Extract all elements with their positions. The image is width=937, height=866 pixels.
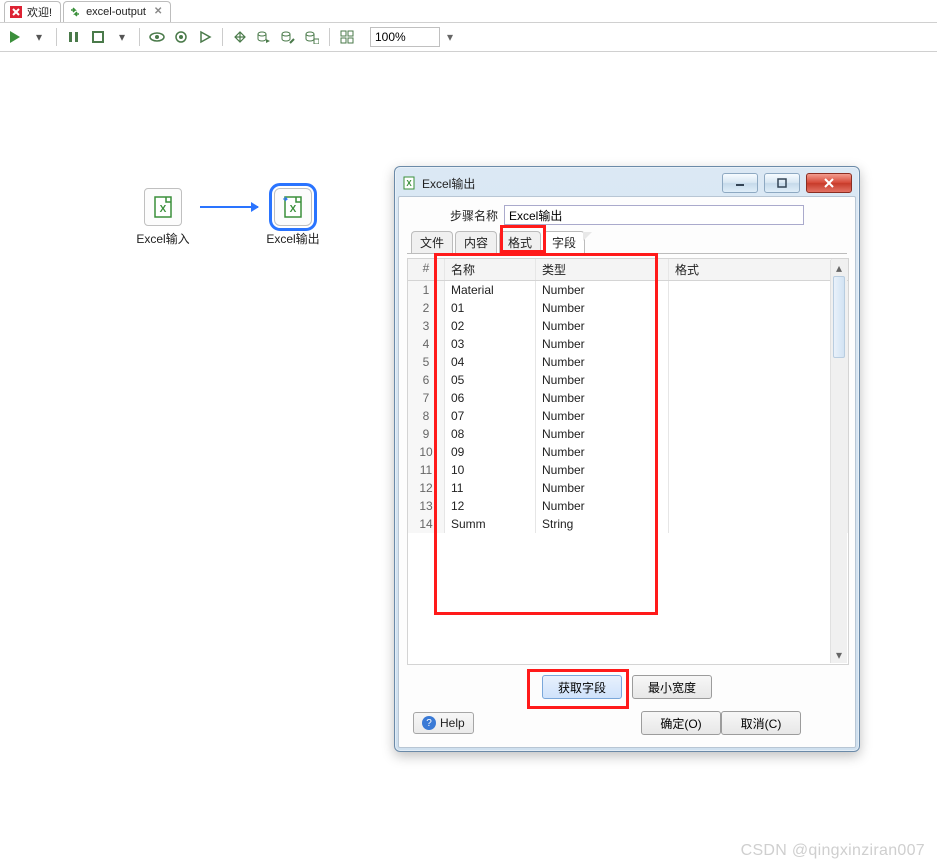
tab-fold-icon [583, 232, 592, 241]
dialog-body: 步骤名称 文件内容格式字段 # 名称 类型 格式 1MaterialNumber… [398, 196, 856, 748]
scroll-track[interactable] [831, 276, 847, 647]
cell-format[interactable] [669, 407, 832, 425]
dialog-tab-文件[interactable]: 文件 [411, 231, 453, 253]
node-label: Excel输入 [128, 230, 198, 247]
tab-icon [68, 5, 82, 19]
svg-text:X: X [290, 204, 297, 215]
play-icon[interactable] [6, 28, 24, 46]
cell-format[interactable] [669, 443, 832, 461]
tab-icon [9, 5, 23, 19]
main-tab-bar: 欢迎! excel-output ✕ [0, 0, 937, 23]
cell-format[interactable] [669, 389, 832, 407]
scroll-thumb[interactable] [833, 276, 845, 358]
hop-arrow[interactable] [200, 206, 258, 208]
help-button[interactable]: ? Help [413, 712, 474, 734]
cell-format[interactable] [669, 317, 832, 335]
cell-format[interactable] [669, 515, 832, 533]
cell-format[interactable] [669, 281, 832, 299]
zoom-input[interactable] [370, 27, 440, 47]
maximize-button[interactable] [764, 173, 800, 193]
dialog-title-icon: X [402, 176, 416, 190]
node-excel-output[interactable]: X Excel输出 [258, 188, 328, 247]
step-name-row: 步骤名称 [407, 205, 847, 231]
main-tab[interactable]: 欢迎! [4, 1, 61, 22]
tab-label: 欢迎! [27, 4, 52, 20]
gear-icon[interactable] [172, 28, 190, 46]
dialog-titlebar[interactable]: X Excel输出 [398, 170, 856, 196]
close-button[interactable] [806, 173, 852, 193]
db-play-icon[interactable] [255, 28, 273, 46]
node-excel-input[interactable]: X Excel输入 [128, 188, 198, 247]
cell-format[interactable] [669, 335, 832, 353]
stop-icon[interactable] [89, 28, 107, 46]
dialog-title: Excel输出 [422, 175, 716, 192]
annotation-highlight [527, 669, 629, 709]
dialog-tab-内容[interactable]: 内容 [455, 231, 497, 253]
play-dropdown-icon[interactable]: ▾ [30, 28, 48, 46]
zoom-control: ▾ [370, 27, 458, 47]
excel-output-icon: X [274, 188, 312, 226]
cell-format[interactable] [669, 425, 832, 443]
zoom-dropdown-icon[interactable]: ▾ [442, 27, 458, 47]
scroll-down-icon[interactable]: ▾ [831, 647, 847, 663]
annotation-highlight [500, 225, 546, 253]
cell-format[interactable] [669, 371, 832, 389]
cell-format[interactable] [669, 497, 832, 515]
db-grid-icon[interactable] [303, 28, 321, 46]
ok-button[interactable]: 确定(O) [641, 711, 721, 735]
toolbar-separator [329, 28, 330, 46]
sql-icon[interactable] [231, 28, 249, 46]
cell-format[interactable] [669, 299, 832, 317]
excel-input-icon: X [144, 188, 182, 226]
db-edit-icon[interactable] [279, 28, 297, 46]
min-width-button[interactable]: 最小宽度 [632, 675, 712, 699]
help-icon: ? [422, 716, 436, 730]
minimize-button[interactable] [722, 173, 758, 193]
vertical-scrollbar[interactable]: ▴ ▾ [830, 260, 847, 663]
field-buttons-row: 获取字段 最小宽度 [407, 665, 847, 701]
svg-text:X: X [160, 204, 167, 215]
toolbar-separator [222, 28, 223, 46]
dialog-tabs: 文件内容格式字段 [407, 231, 847, 254]
watermark: CSDN @qingxinziran007 [741, 842, 925, 860]
stop-dropdown-icon[interactable]: ▾ [113, 28, 131, 46]
svg-text:X: X [406, 179, 412, 188]
eye-icon[interactable] [148, 28, 166, 46]
scroll-up-icon[interactable]: ▴ [831, 260, 847, 276]
cancel-button[interactable]: 取消(C) [721, 711, 801, 735]
tab-label: excel-output [86, 6, 146, 18]
annotation-highlight [434, 253, 658, 615]
workflow-canvas[interactable]: X Excel输入 X Excel输出 X Excel输出 步骤名称 文件内容格… [0, 52, 937, 866]
cell-format[interactable] [669, 353, 832, 371]
main-tab[interactable]: excel-output ✕ [63, 1, 171, 22]
step-name-input[interactable] [504, 205, 804, 225]
step-name-label: 步骤名称 [450, 207, 498, 224]
cell-format[interactable] [669, 461, 832, 479]
toolbar: ▾ ▾ ▾ [0, 23, 937, 52]
play-outline-icon[interactable] [196, 28, 214, 46]
cell-format[interactable] [669, 479, 832, 497]
col-format[interactable]: 格式 [669, 259, 832, 280]
toolbar-separator [139, 28, 140, 46]
toolbar-separator [56, 28, 57, 46]
help-label: Help [440, 716, 465, 730]
tab-close-icon[interactable]: ✕ [154, 6, 162, 17]
node-label: Excel输出 [258, 230, 328, 247]
dialog-tab-字段[interactable]: 字段 [543, 231, 585, 253]
pause-icon[interactable] [65, 28, 83, 46]
grid-layout-icon[interactable] [338, 28, 356, 46]
excel-output-dialog: X Excel输出 步骤名称 文件内容格式字段 # 名称 类型 格式 [394, 166, 860, 752]
